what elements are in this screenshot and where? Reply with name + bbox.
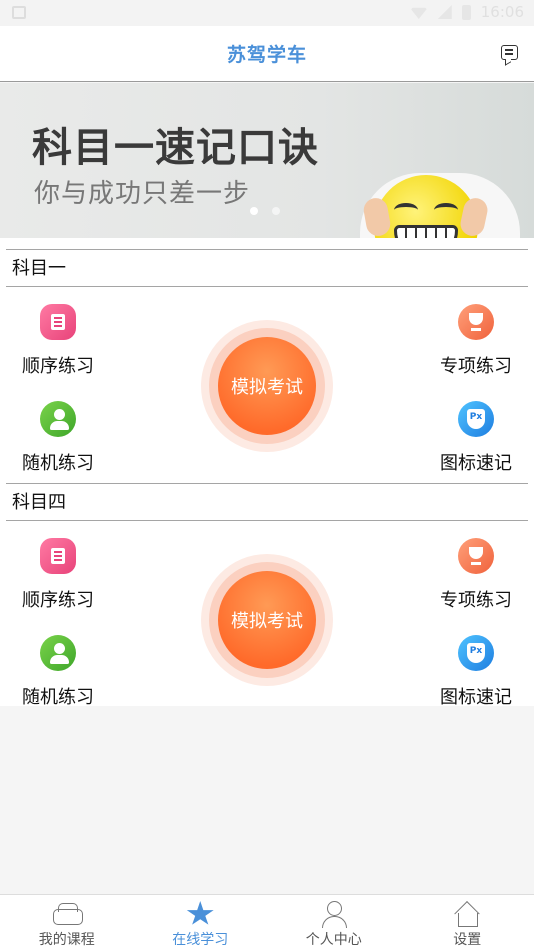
section-title-subject-one: 科目一 <box>6 249 528 287</box>
random-practice-button[interactable]: 随机练习 <box>8 401 108 475</box>
sequential-practice-button[interactable]: 顺序练习 <box>8 304 108 378</box>
person-icon <box>40 401 76 437</box>
icon-memory-button[interactable]: Px 图标速记 <box>426 401 526 475</box>
shield-icon: Px <box>458 635 494 671</box>
star-icon <box>186 901 214 925</box>
carousel-dot-active[interactable] <box>250 207 258 215</box>
tab-label: 在线学习 <box>172 932 229 948</box>
sequential-practice-label: 顺序练习 <box>22 590 94 611</box>
status-icons: 16:06 <box>409 3 524 21</box>
sequential-practice-label: 顺序练习 <box>22 356 94 377</box>
practice-content: 科目一 顺序练习 专项练习 随机练习 Px 图标速记 模拟考试 科目四 顺序练习… <box>0 238 534 709</box>
tab-my-courses[interactable]: 我的课程 <box>0 895 134 950</box>
random-practice-label: 随机练习 <box>22 687 94 708</box>
icon-memory-label: 图标速记 <box>440 687 512 708</box>
signal-icon <box>437 5 452 19</box>
trophy-icon <box>458 304 494 340</box>
banner-subline: 你与成功只差一步 <box>34 179 251 209</box>
list-icon <box>40 538 76 574</box>
wifi-icon <box>409 7 428 19</box>
notification-icon <box>12 6 26 19</box>
trophy-icon <box>458 538 494 574</box>
sequential-practice-button[interactable]: 顺序练习 <box>8 538 108 612</box>
list-icon <box>40 304 76 340</box>
tab-label: 个人中心 <box>305 932 362 948</box>
tab-personal-center[interactable]: 个人中心 <box>267 895 401 950</box>
mock-exam-button[interactable]: 模拟考试 <box>201 554 333 686</box>
icon-memory-button[interactable]: Px 图标速记 <box>426 635 526 709</box>
app-header: 苏驾学车 <box>0 26 534 82</box>
carousel-dot[interactable] <box>272 207 280 215</box>
special-practice-button[interactable]: 专项练习 <box>426 538 526 612</box>
person-icon <box>40 635 76 671</box>
banner-headline: 科目一速记口诀 <box>32 125 319 171</box>
icon-memory-label: 图标速记 <box>440 453 512 474</box>
special-practice-label: 专项练习 <box>440 356 512 377</box>
message-icon[interactable] <box>501 45 518 60</box>
tab-label: 我的课程 <box>38 932 95 948</box>
mock-exam-label: 模拟考试 <box>218 337 316 435</box>
user-icon <box>320 901 348 928</box>
status-bar: 16:06 <box>0 0 534 26</box>
battery-icon <box>461 4 471 20</box>
random-practice-button[interactable]: 随机练习 <box>8 635 108 709</box>
tab-settings[interactable]: 设置 <box>401 895 534 950</box>
mock-exam-label: 模拟考试 <box>218 571 316 669</box>
random-practice-label: 随机练习 <box>22 453 94 474</box>
page-title: 苏驾学车 <box>226 44 307 66</box>
car-icon <box>52 901 83 927</box>
section-title-subject-four: 科目四 <box>6 483 528 521</box>
special-practice-button[interactable]: 专项练习 <box>426 304 526 378</box>
shield-icon: Px <box>458 401 494 437</box>
tab-online-learning[interactable]: 在线学习 <box>134 895 268 950</box>
mock-exam-button[interactable]: 模拟考试 <box>201 320 333 452</box>
carousel-indicator <box>250 207 280 215</box>
special-practice-label: 专项练习 <box>440 590 512 611</box>
tab-label: 设置 <box>453 932 482 948</box>
banner-carousel[interactable]: 科目一速记口诀 你与成功只差一步 <box>0 83 534 238</box>
bottom-tab-bar: 我的课程 在线学习 个人中心 设置 <box>0 894 534 950</box>
home-icon <box>453 901 481 927</box>
status-time: 16:06 <box>480 3 524 21</box>
